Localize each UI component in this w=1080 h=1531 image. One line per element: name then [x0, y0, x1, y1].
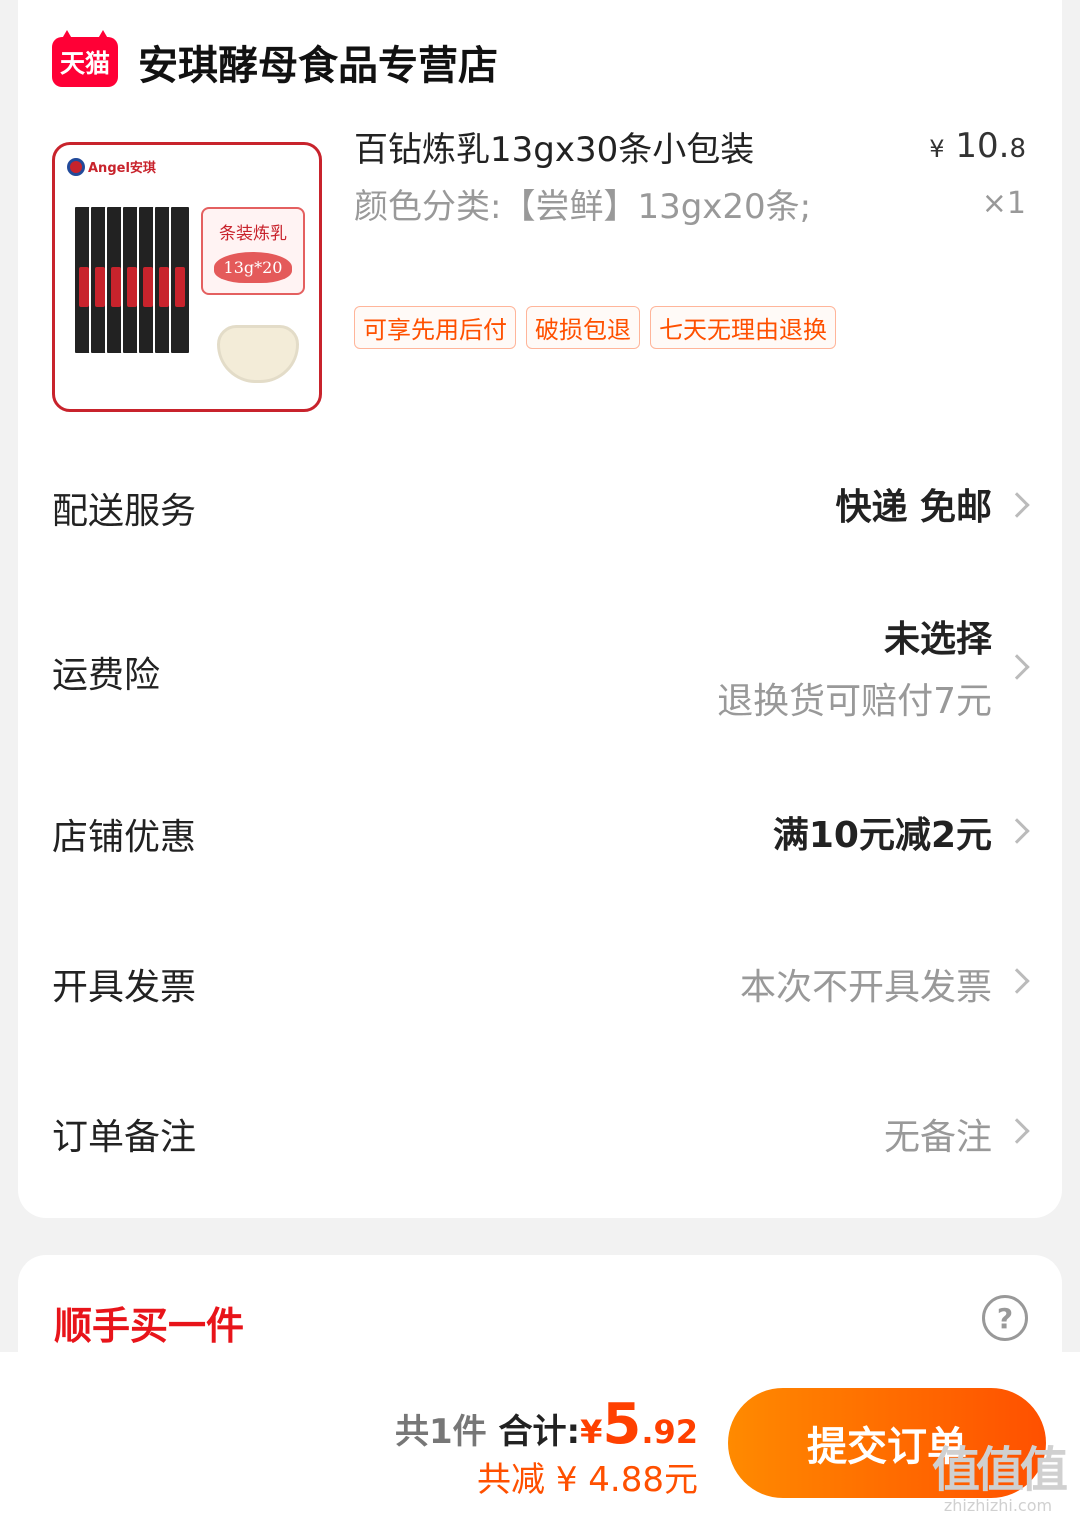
service-tag: 七天无理由退换 [650, 306, 836, 349]
image-label: 条装炼乳 13g*20 [201, 207, 305, 295]
tmall-logo: 天猫 [52, 37, 118, 87]
pack-icon [169, 205, 191, 355]
brand-name: Angel安琪 [88, 161, 156, 176]
product-packs [73, 205, 203, 365]
insurance-label: 运费险 [52, 655, 161, 696]
remark-value: 无备注 [883, 1117, 992, 1158]
chevron-right-icon [1004, 492, 1030, 518]
chevron-right-icon [1004, 818, 1030, 844]
delivery-label: 配送服务 [52, 491, 197, 532]
discount-label: 店铺优惠 [52, 817, 197, 858]
discount-total[interactable]: 共减 ¥ 4.88元 [477, 1452, 698, 1501]
image-label-badge: 13g*20 [213, 252, 293, 283]
chevron-right-icon [1004, 654, 1030, 680]
brand-mark-icon [67, 157, 85, 176]
watermark-text: zhizhizhi.com [943, 1496, 1053, 1515]
total-label: 合计: [498, 1412, 581, 1452]
total-decimal: .92 [641, 1413, 698, 1451]
watermark-logo: 值值值 [931, 1442, 1068, 1498]
invoice-label: 开具发票 [52, 967, 197, 1008]
shop-name[interactable]: 安琪酵母食品专营店 [138, 33, 498, 91]
price-decimal: 8 [1009, 134, 1026, 164]
invoice-value: 本次不开具发票 [739, 967, 992, 1008]
chevron-right-icon [1004, 1118, 1030, 1144]
watermark: 值值值 zhizhizhi.com [928, 1430, 1068, 1515]
price-symbol: ¥ [929, 135, 945, 163]
shipping-insurance-row[interactable]: 运费险 未选择 退换货可赔付7元 [52, 600, 1030, 730]
delivery-row[interactable]: 配送服务 快递 免邮 [52, 470, 1030, 540]
checkout-bar: 共1件 合计:¥5.92 共减 ¥ 4.88元 提交订单 [0, 1352, 1080, 1531]
service-tags: 可享先用后付 破损包退 七天无理由退换 [354, 306, 846, 349]
discount-value: 满10元减2元 [772, 815, 992, 856]
product-spec[interactable]: 颜色分类:【尝鲜】13gx20条; [354, 180, 844, 234]
service-tag: 可享先用后付 [354, 306, 516, 349]
service-tag: 破损包退 [526, 306, 640, 349]
product-image[interactable]: Angel安琪 条装炼乳 13g*20 [52, 142, 322, 412]
chevron-right-icon [1004, 968, 1030, 994]
price-integer: 10. [955, 126, 1010, 166]
total-integer: 5 [602, 1392, 642, 1457]
help-icon[interactable]: ? [982, 1295, 1028, 1341]
insurance-subtext: 退换货可赔付7元 [717, 681, 992, 722]
invoice-row[interactable]: 开具发票 本次不开具发票 [52, 948, 1030, 1018]
add-on-title: 顺手买一件 [54, 1304, 245, 1348]
image-label-text: 条装炼乳 [219, 224, 287, 244]
order-card: 天猫 安琪酵母食品专营店 Angel安琪 条装炼乳 13g*20 百钻炼乳13g… [18, 0, 1062, 1218]
product-quantity: ×1 [981, 186, 1026, 221]
insurance-value: 未选择 [883, 619, 992, 660]
shop-header[interactable]: 天猫 安琪酵母食品专营店 [52, 34, 498, 90]
order-total: 共1件 合计:¥5.92 [395, 1392, 698, 1457]
store-discount-row[interactable]: 店铺优惠 满10元减2元 [52, 798, 1030, 868]
delivery-value: 快递 免邮 [835, 487, 992, 528]
order-remark-row[interactable]: 订单备注 无备注 [52, 1098, 1030, 1168]
item-count: 共1件 [394, 1412, 487, 1452]
product-title[interactable]: 百钻炼乳13gx30条小包装 [354, 122, 754, 171]
total-symbol: ¥ [580, 1413, 603, 1451]
remark-label: 订单备注 [52, 1117, 197, 1158]
milk-bowl-icon [217, 325, 299, 383]
brand-logo: Angel安琪 [67, 157, 156, 176]
product-price: ¥ 10.8 [929, 126, 1026, 166]
